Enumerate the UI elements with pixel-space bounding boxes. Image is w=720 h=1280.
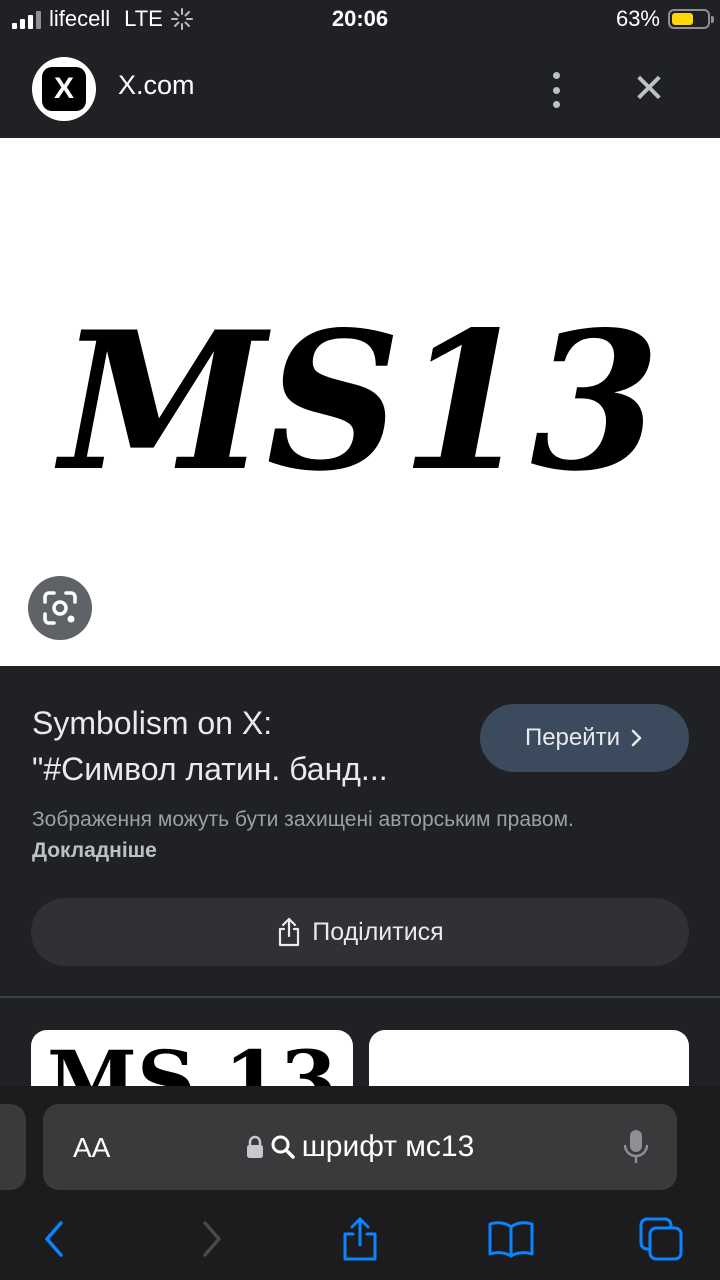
related-image-text: MS 13 xyxy=(47,1033,337,1090)
share-button-label: Поділитися xyxy=(312,917,444,946)
site-favicon[interactable]: X xyxy=(32,57,96,121)
learn-more-link[interactable]: Докладніше xyxy=(32,839,157,862)
battery-fill xyxy=(672,13,693,25)
lock-icon xyxy=(246,1135,263,1158)
divider xyxy=(0,996,720,998)
ms13-image-text: MS13 xyxy=(54,290,660,513)
tabs-button[interactable] xyxy=(636,1214,686,1264)
share-button[interactable]: Поділитися xyxy=(31,898,689,966)
share-page-button[interactable] xyxy=(335,1214,385,1264)
copyright-notice: Зображення можуть бути захищені авторськ… xyxy=(32,804,592,866)
related-image-ms13: MS 13 xyxy=(47,1033,337,1090)
site-name[interactable]: X.com xyxy=(118,70,195,101)
share-icon xyxy=(343,1217,377,1261)
visit-button[interactable]: Перейти xyxy=(480,704,689,772)
related-image-thumbnail[interactable]: MS 13 xyxy=(31,1030,353,1090)
ms13-image: MS13 xyxy=(0,138,720,666)
address-text[interactable]: шрифт мс13 xyxy=(43,1130,677,1164)
battery-percent: 63% xyxy=(615,6,660,31)
back-button[interactable] xyxy=(30,1214,80,1264)
address-bar[interactable]: AA шрифт мс13 xyxy=(43,1104,677,1190)
chevron-left-icon xyxy=(45,1221,63,1257)
browser-toolbar xyxy=(0,1206,720,1272)
status-bar: lifecell LTE 20:06 63% xyxy=(0,0,720,40)
search-icon xyxy=(271,1135,295,1159)
more-vert-icon[interactable] xyxy=(540,68,572,112)
battery-icon xyxy=(668,9,714,29)
image-viewer-header: X X.com ✕ xyxy=(0,40,720,138)
previous-tab-peek[interactable] xyxy=(0,1104,26,1190)
lens-icon[interactable] xyxy=(28,576,92,640)
chevron-right-icon xyxy=(631,729,642,747)
mic-icon[interactable] xyxy=(623,1128,649,1171)
chevron-right-icon xyxy=(203,1221,221,1257)
bookmarks-button[interactable] xyxy=(486,1214,536,1264)
browser-bottom-bar: AA шрифт мс13 xyxy=(0,1086,720,1280)
copyright-text: Зображення можуть бути захищені авторськ… xyxy=(32,808,574,831)
tabs-icon xyxy=(639,1217,683,1261)
status-right: 63% xyxy=(615,6,714,32)
address-query: шрифт мс13 xyxy=(301,1130,475,1163)
related-image-thumbnail[interactable] xyxy=(369,1030,689,1090)
clock: 20:06 xyxy=(331,6,389,31)
result-title-line2: "#Символ латин. банд... xyxy=(32,751,388,787)
book-icon xyxy=(488,1221,534,1258)
forward-button[interactable] xyxy=(186,1214,236,1264)
result-title-line1: Symbolism on X: xyxy=(32,705,273,741)
x-logo-icon: X xyxy=(42,67,86,111)
image-preview[interactable]: MS13 xyxy=(0,138,720,666)
close-icon[interactable]: ✕ xyxy=(628,68,670,110)
share-icon xyxy=(279,917,300,947)
visit-button-label: Перейти xyxy=(524,724,621,751)
result-panel: Symbolism on X: "#Символ латин. банд... … xyxy=(0,666,720,1090)
result-title[interactable]: Symbolism on X: "#Символ латин. банд... xyxy=(32,700,452,792)
